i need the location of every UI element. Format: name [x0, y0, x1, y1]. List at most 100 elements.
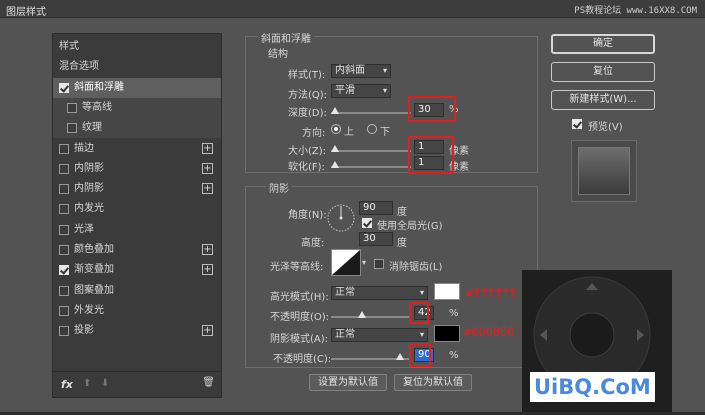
highlight-box-highlight-opacity: [409, 302, 429, 324]
annotation-black-hex: #000000: [464, 325, 515, 339]
antialias-label: 消除锯齿(L): [389, 262, 443, 273]
angle-dial[interactable]: [326, 203, 356, 233]
sidebar-item-label: 内发光: [74, 203, 104, 215]
soften-slider-handle[interactable]: [331, 161, 339, 168]
sidebar-item[interactable]: 外发光: [53, 301, 221, 321]
sidebar-item-checkbox[interactable]: [59, 265, 69, 276]
chevron-down-icon[interactable]: ▾: [362, 258, 366, 267]
highlight-box-depth: [408, 96, 456, 122]
angle-unit: 度: [397, 207, 407, 218]
highlight-box-shadow-opacity: [409, 343, 431, 367]
ok-button[interactable]: 确定: [551, 34, 655, 54]
sidebar-item-checkbox[interactable]: [59, 326, 69, 337]
sidebar-item[interactable]: 样式: [53, 37, 221, 57]
shadow-opacity-label: 不透明度(C):: [273, 354, 332, 365]
sidebar-item[interactable]: 渐变叠加 +: [53, 260, 221, 280]
shadow-mode-label: 阴影模式(A):: [270, 334, 329, 345]
highlight-opacity-handle[interactable]: [358, 311, 366, 318]
sidebar-item[interactable]: 描边 +: [53, 139, 221, 159]
sidebar-item-checkbox[interactable]: [59, 143, 69, 154]
sidebar-item[interactable]: 图案叠加: [53, 281, 221, 301]
depth-label: 深度(D):: [288, 108, 327, 119]
sidebar-item-label: 光泽: [74, 223, 94, 235]
add-effect-icon[interactable]: +: [202, 183, 213, 195]
technique-select[interactable]: 平滑 ▾: [331, 84, 391, 98]
sidebar-item-checkbox[interactable]: [59, 245, 69, 255]
technique-value: 平滑: [335, 85, 355, 96]
make-default-button[interactable]: 设置为默认值: [309, 374, 387, 391]
direction-up-radio[interactable]: [331, 124, 341, 134]
shadow-mode-select[interactable]: 正常 ▾: [331, 328, 428, 342]
add-effect-icon[interactable]: +: [202, 142, 213, 154]
size-slider[interactable]: [331, 150, 411, 152]
style-label: 样式(T):: [288, 70, 326, 81]
add-effect-icon[interactable]: +: [202, 244, 213, 255]
altitude-label: 高度:: [301, 238, 325, 249]
sidebar-item-checkbox[interactable]: [59, 285, 69, 296]
sidebar-item-label: 等高线: [82, 101, 112, 113]
sidebar-item[interactable]: 投影 +: [53, 321, 221, 341]
style-preview-thumbnail: [571, 140, 637, 202]
sidebar-item-label: 颜色叠加: [74, 244, 114, 255]
sidebar-item-label: 描边: [74, 142, 94, 154]
sidebar-item[interactable]: 等高线: [53, 97, 221, 118]
antialias-checkbox[interactable]: [374, 259, 384, 269]
sidebar-item[interactable]: 内阴影 +: [53, 159, 221, 179]
sidebar-item-checkbox[interactable]: [59, 204, 69, 215]
sidebar-item-checkbox[interactable]: [59, 305, 69, 316]
sidebar-item-label: 内阴影: [74, 183, 104, 195]
gloss-contour-picker[interactable]: [331, 249, 361, 276]
soften-label: 软化(F):: [288, 162, 325, 173]
add-effect-icon[interactable]: +: [202, 162, 213, 174]
shadow-color-swatch[interactable]: [434, 325, 460, 342]
add-effect-icon[interactable]: +: [202, 325, 213, 337]
depth-slider[interactable]: [331, 112, 411, 114]
annotation-white-hex: #ffffff: [466, 286, 517, 300]
sidebar-item-label: 斜面和浮雕: [74, 81, 124, 93]
sidebar-item-checkbox[interactable]: [59, 224, 69, 235]
chevron-down-icon: ▾: [382, 66, 387, 75]
soften-slider[interactable]: [331, 166, 411, 168]
move-down-icon[interactable]: ⬇: [101, 378, 109, 389]
fx-icon[interactable]: fx: [61, 378, 73, 391]
trash-icon[interactable]: 🗑: [202, 377, 215, 388]
sidebar-item-label: 纹理: [82, 122, 102, 134]
sidebar-item[interactable]: 光泽: [53, 220, 221, 240]
bevel-group-title: 斜面和浮雕: [258, 30, 314, 45]
shadow-opacity-handle[interactable]: [396, 353, 404, 360]
move-up-icon[interactable]: ⬆: [83, 378, 91, 389]
highlight-mode-select[interactable]: 正常 ▾: [331, 286, 428, 300]
direction-up-label: 上: [344, 127, 354, 138]
direction-label: 方向:: [302, 128, 326, 139]
sidebar-item-checkbox[interactable]: [59, 184, 69, 195]
depth-slider-handle[interactable]: [331, 107, 339, 114]
direction-down-radio[interactable]: [367, 124, 377, 134]
gloss-contour-label: 光泽等高线:: [270, 262, 324, 273]
sidebar-item[interactable]: 内阴影 +: [53, 179, 221, 199]
global-light-checkbox[interactable]: [362, 218, 372, 228]
altitude-input[interactable]: 30: [359, 232, 393, 246]
reset-default-button[interactable]: 复位为默认值: [394, 374, 472, 391]
sidebar-item[interactable]: 颜色叠加 +: [53, 240, 221, 260]
highlight-color-swatch[interactable]: [434, 283, 460, 300]
highlight-opacity-slider[interactable]: [331, 316, 411, 318]
chevron-down-icon: ▾: [382, 86, 387, 95]
sidebar-item[interactable]: 斜面和浮雕: [53, 77, 221, 98]
reset-button[interactable]: 复位: [551, 62, 655, 82]
sidebar-item[interactable]: 纹理: [53, 118, 221, 139]
size-slider-handle[interactable]: [331, 145, 339, 152]
sidebar-item-checkbox[interactable]: [67, 123, 77, 134]
angle-label: 角度(N):: [288, 210, 327, 221]
sidebar-item-checkbox[interactable]: [59, 163, 69, 174]
sidebar-item-checkbox[interactable]: [59, 82, 69, 93]
sidebar-item-checkbox[interactable]: [67, 102, 77, 113]
sidebar-item[interactable]: 混合选项: [53, 57, 221, 77]
add-effect-icon[interactable]: +: [202, 264, 213, 276]
new-style-button[interactable]: 新建样式(W)...: [551, 90, 655, 110]
sidebar-item[interactable]: 内发光: [53, 199, 221, 219]
preview-checkbox[interactable]: [572, 119, 582, 129]
bevel-style-select[interactable]: 内斜面 ▾: [331, 64, 391, 78]
chevron-down-icon: ▾: [419, 330, 424, 339]
shading-title: 阴影: [266, 180, 292, 195]
angle-input[interactable]: 90: [359, 201, 393, 215]
